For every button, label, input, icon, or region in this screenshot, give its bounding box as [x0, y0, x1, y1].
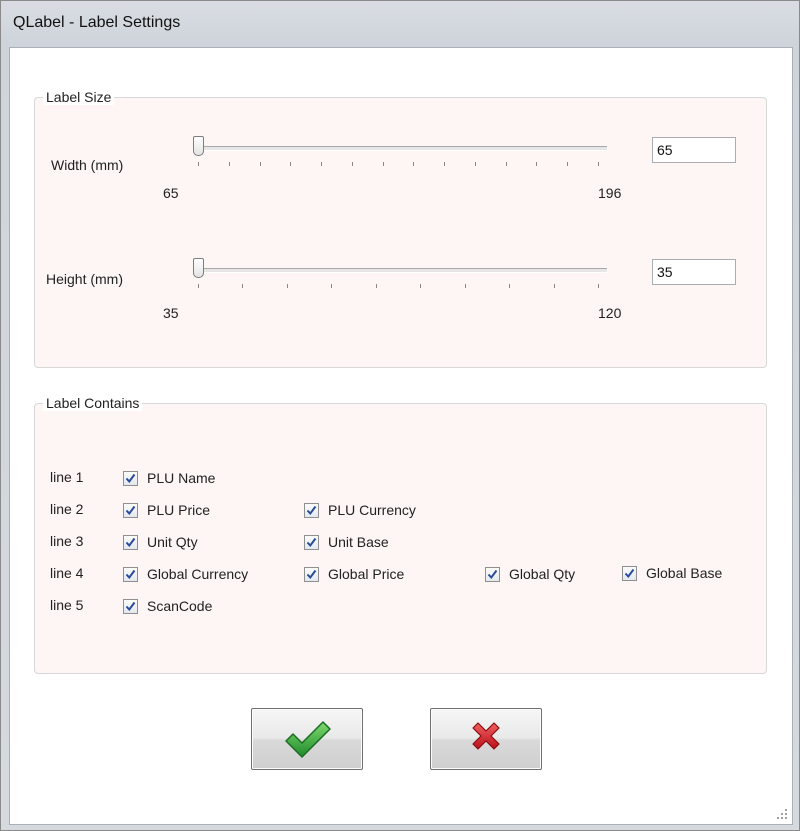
slider-tick: [229, 162, 230, 166]
checkmark-icon: [125, 537, 136, 548]
global-base-label[interactable]: Global Base: [646, 565, 722, 581]
label-size-group-title: Label Size: [43, 89, 115, 105]
checkmark-icon: [624, 568, 635, 579]
slider-tick: [598, 162, 599, 166]
width-slider-track[interactable]: [193, 146, 607, 151]
line-2-label: line 2: [50, 501, 84, 517]
width-input[interactable]: [652, 137, 736, 163]
line-5-label: line 5: [50, 597, 84, 613]
resize-grip-icon[interactable]: [776, 808, 788, 820]
slider-tick: [331, 284, 332, 288]
line-4-label: line 4: [50, 565, 84, 581]
slider-tick: [290, 162, 291, 166]
cancel-button[interactable]: [430, 708, 542, 770]
global-currency-label[interactable]: Global Currency: [147, 566, 248, 582]
plu-currency-checkbox[interactable]: [304, 503, 319, 518]
checkmark-icon: [125, 601, 136, 612]
slider-tick: [536, 162, 537, 166]
height-slider-thumb[interactable]: [193, 258, 204, 278]
unit-qty-label[interactable]: Unit Qty: [147, 534, 198, 550]
width-min-label: 65: [163, 185, 179, 201]
plu-name-label[interactable]: PLU Name: [147, 470, 215, 486]
global-price-label[interactable]: Global Price: [328, 566, 404, 582]
dialog-body: Label Size Width (mm) 65 196 Height (mm)…: [9, 47, 793, 825]
checkmark-icon: [306, 537, 317, 548]
unit-base-checkbox[interactable]: [304, 535, 319, 550]
checkmark-icon: [125, 473, 136, 484]
slider-tick: [413, 162, 414, 166]
global-currency-checkbox[interactable]: [123, 567, 138, 582]
width-max-label: 196: [598, 185, 622, 201]
scancode-checkbox[interactable]: [123, 599, 138, 614]
plu-name-checkbox[interactable]: [123, 471, 138, 486]
slider-tick: [554, 284, 555, 288]
line-1-label: line 1: [50, 469, 84, 485]
plu-currency-label[interactable]: PLU Currency: [328, 502, 416, 518]
height-min-label: 35: [163, 305, 179, 321]
checkmark-icon: [125, 569, 136, 580]
global-qty-checkbox[interactable]: [485, 567, 500, 582]
height-slider-track[interactable]: [193, 268, 607, 273]
slider-tick: [198, 284, 199, 288]
slider-tick: [242, 284, 243, 288]
slider-tick: [598, 284, 599, 288]
label-size-group: Label Size Width (mm) 65 196 Height (mm)…: [34, 89, 767, 368]
slider-tick: [475, 162, 476, 166]
slider-tick: [260, 162, 261, 166]
line-3-label: line 3: [50, 533, 84, 549]
plu-price-checkbox[interactable]: [123, 503, 138, 518]
global-qty-label[interactable]: Global Qty: [509, 566, 575, 582]
height-label: Height (mm): [46, 271, 124, 287]
width-slider[interactable]: [185, 134, 615, 174]
unit-qty-checkbox[interactable]: [123, 535, 138, 550]
label-contains-group-title: Label Contains: [43, 395, 143, 411]
green-checkmark-icon: [285, 721, 331, 758]
slider-tick: [465, 284, 466, 288]
checkmark-icon: [306, 569, 317, 580]
slider-tick: [420, 284, 421, 288]
slider-tick: [444, 162, 445, 166]
slider-tick: [287, 284, 288, 288]
height-max-label: 120: [598, 305, 622, 321]
window-title: QLabel - Label Settings: [13, 14, 181, 31]
slider-tick: [352, 162, 353, 166]
slider-tick: [509, 284, 510, 288]
red-x-icon: [472, 722, 500, 750]
plu-price-label[interactable]: PLU Price: [147, 502, 210, 518]
slider-tick: [376, 284, 377, 288]
width-slider-thumb[interactable]: [193, 136, 204, 156]
global-base-checkbox[interactable]: [622, 566, 637, 581]
width-label: Width (mm): [51, 157, 124, 173]
checkmark-icon: [306, 505, 317, 516]
unit-base-label[interactable]: Unit Base: [328, 534, 389, 550]
checkmark-icon: [487, 569, 498, 580]
global-price-checkbox[interactable]: [304, 567, 319, 582]
label-contains-group: Label Contains line 1 PLU Name line 2 PL…: [34, 395, 767, 674]
checkmark-icon: [125, 505, 136, 516]
slider-tick: [321, 162, 322, 166]
scancode-label[interactable]: ScanCode: [147, 598, 212, 614]
label-settings-window: QLabel - Label Settings Label Size Width…: [0, 0, 800, 831]
height-input[interactable]: [652, 259, 736, 285]
slider-tick: [567, 162, 568, 166]
ok-button[interactable]: [251, 708, 363, 770]
slider-tick: [383, 162, 384, 166]
slider-tick: [198, 162, 199, 166]
height-slider[interactable]: [185, 256, 615, 296]
slider-tick: [506, 162, 507, 166]
title-bar[interactable]: QLabel - Label Settings: [1, 1, 799, 47]
